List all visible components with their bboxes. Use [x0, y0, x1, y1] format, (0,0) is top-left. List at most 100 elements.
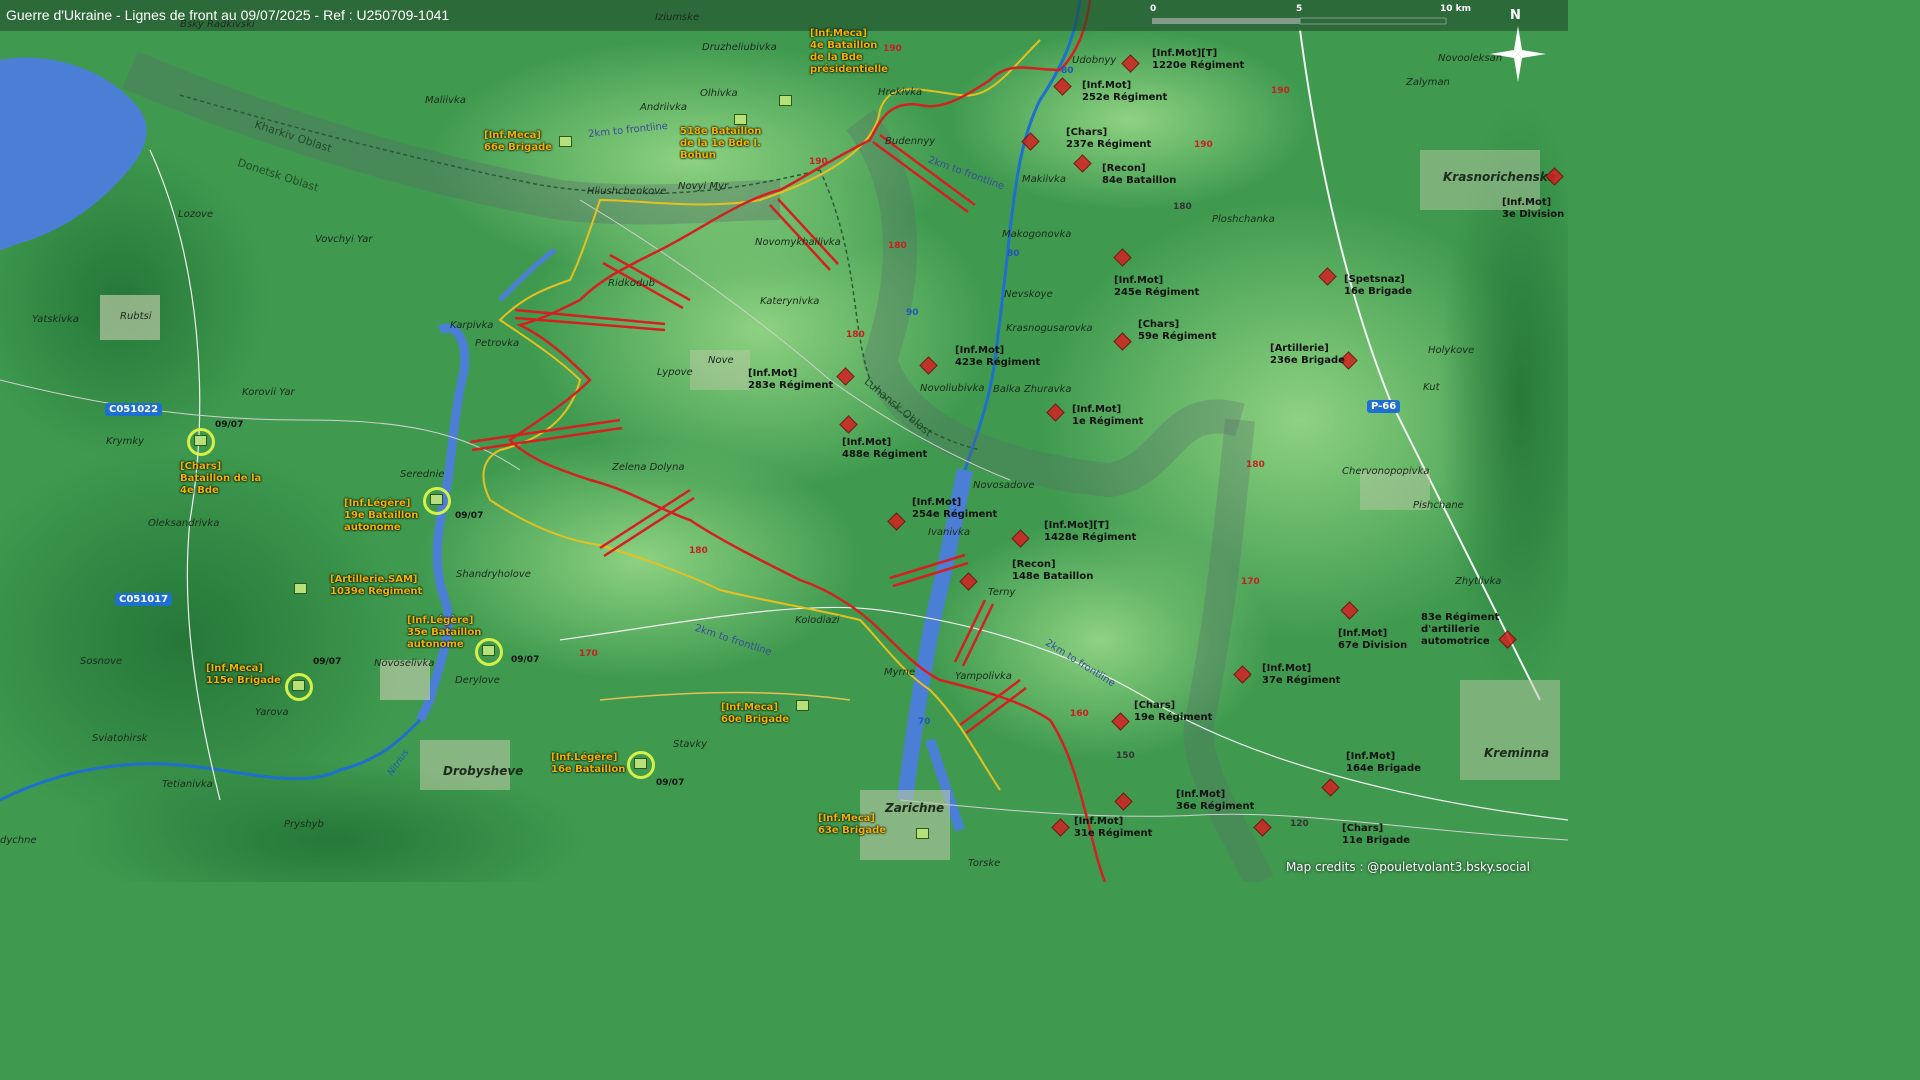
place-zarichne: Zarichne: [885, 801, 945, 815]
unit-label-line: 31e Régiment: [1074, 828, 1153, 839]
route-number: 120: [1290, 819, 1309, 829]
ukrainian-unit-label: [Inf.Meca] 66e Brigade: [484, 130, 552, 154]
place-novosadove: Novosadove: [973, 480, 1035, 491]
place-korovii-yar: Korovii Yar: [242, 387, 295, 398]
scale-label-end: 10 km: [1440, 4, 1472, 14]
unit-label-line: 245e Régiment: [1114, 287, 1200, 298]
ukrainian-unit-label: [Artillerie.SAM] 1039e Régiment: [330, 574, 422, 598]
unit-label-line: [Inf.Mot]: [1262, 663, 1312, 674]
place-oleksandrivka: Oleksandrivka: [148, 518, 220, 529]
place-katerynivka: Katerynivka: [760, 296, 820, 307]
unit-label-line: 84e Bataillon: [1102, 175, 1177, 186]
place-olhivka: Olhivka: [700, 88, 738, 99]
unit-label-line: [Inf.Mot]: [842, 437, 892, 448]
unit-date: 09/07: [511, 655, 540, 665]
route-number: 90: [906, 308, 919, 318]
green-square-icon[interactable]: [294, 583, 307, 594]
place-kut: Kut: [1423, 382, 1440, 393]
unit-label-line: [Inf.Meca]: [810, 28, 867, 39]
place-holykove: Holykove: [1428, 345, 1475, 356]
russian-unit-label: [Inf.Mot] 3e Division: [1502, 197, 1564, 221]
place-druzheliubivka: Druzheliubivka: [702, 42, 777, 53]
unit-label-line: 252e Régiment: [1082, 92, 1168, 103]
green-square-icon[interactable]: [559, 136, 572, 147]
unit-label-line: [Chars]: [180, 461, 222, 472]
unit-label-line: 237e Régiment: [1066, 139, 1152, 150]
place-ridkodub: Ridkodub: [608, 278, 656, 289]
unit-label-line: 1428e Régiment: [1044, 532, 1137, 543]
unit-label-line: 83e Régiment: [1421, 612, 1500, 623]
unit-label-line: 283e Régiment: [748, 380, 834, 391]
green-square-icon[interactable]: [734, 114, 747, 125]
russian-unit-label: [Artillerie] 236e Brigade: [1270, 343, 1345, 367]
road-number: 180: [689, 546, 708, 556]
place-karpivka: Karpivka: [450, 320, 494, 331]
recent-position-ring-icon: [475, 638, 503, 666]
unit-label-line: 67e Division: [1338, 640, 1408, 651]
recent-position-ring-icon: [187, 428, 215, 456]
route-number: 180: [1173, 202, 1192, 212]
unit-label-line: 148e Bataillon: [1012, 571, 1094, 582]
place-radkivski: Bsky Radkivski: [180, 19, 255, 30]
unit-label-line: 1220e Régiment: [1152, 60, 1245, 71]
ukrainian-unit-label: [Inf.Légère] 19e Bataillon autonome: [344, 498, 418, 534]
russian-unit-label: [Inf.Mot][T] 1428e Régiment: [1044, 520, 1136, 544]
russian-unit-label: [Inf.Mot][T] 1220e Régiment: [1152, 48, 1244, 72]
green-square-icon[interactable]: [779, 95, 792, 106]
ukrainian-unit-label: [Inf.Légère] 35e Bataillon autonome: [407, 615, 481, 651]
place-sosnove: Sosnove: [80, 656, 123, 667]
unit-label-line: [Inf.Mot]: [1338, 628, 1388, 639]
ukrainian-unit-label: [Inf.Meca] 115e Brigade: [206, 663, 281, 687]
unit-label-line: [Recon]: [1012, 559, 1056, 570]
unit-label-line: [Chars]: [1138, 319, 1180, 330]
place-hliushchenkove: Hliushchenkove: [587, 186, 667, 197]
green-square-icon[interactable]: [916, 828, 929, 839]
recent-position-ring-icon: [423, 487, 451, 515]
place-maliivka: Maliivka: [425, 95, 466, 106]
unit-label-line: [Recon]: [1102, 163, 1146, 174]
place-krasnorichenske: Krasnorichenske: [1443, 170, 1556, 184]
road-number: 170: [1241, 577, 1260, 587]
place-chervonopopivka: Chervonopopivka: [1342, 466, 1430, 477]
green-square-icon[interactable]: [796, 700, 809, 711]
map-view[interactable]: Guerre d'Ukraine - Lignes de front au 09…: [0, 0, 1568, 882]
road-number: 180: [846, 330, 865, 340]
unit-label-line: 1e Régiment: [1072, 416, 1144, 427]
unit-label-line: 488e Régiment: [842, 449, 928, 460]
place-novooleksandrivka: Novooleksan: [1438, 53, 1503, 64]
unit-label-line: 66e Brigade: [484, 142, 553, 153]
place-zhytlivka: Zhytlivka: [1455, 576, 1502, 587]
place-yatskivka: Yatskivka: [32, 314, 79, 325]
unit-label-line: 19e Régiment: [1134, 712, 1213, 723]
unit-label-line: 63e Brigade: [818, 825, 887, 836]
recent-position-ring-icon: [627, 751, 655, 779]
place-hrekivka: Hrekivka: [878, 87, 923, 98]
unit-label-line: [Spetsnaz]: [1344, 274, 1405, 285]
place-dychne: dychne: [0, 835, 37, 846]
place-makiivka: Makiivka: [1022, 174, 1066, 185]
ukrainian-unit-label: [Inf.Meca] 4e Bataillon de la Bde président…: [810, 28, 888, 76]
russian-unit-label: [Inf.Mot] 164e Brigade: [1346, 751, 1421, 775]
unit-label-line: Bataillon de la: [180, 473, 262, 484]
recent-position-ring-icon: [285, 673, 313, 701]
place-yarova: Yarova: [255, 707, 289, 718]
unit-label-line: [Inf.Mot]: [1114, 275, 1164, 286]
russian-unit-label: [Inf.Mot] 423e Régiment: [955, 345, 1040, 369]
unit-label-line: automotrice: [1421, 636, 1490, 647]
map-base-layer: [0, 0, 1568, 882]
unit-label-line: autonome: [407, 639, 464, 650]
russian-unit-label: [Recon] 84e Bataillon: [1102, 163, 1176, 187]
place-zelena-dolyna: Zelena Dolyna: [612, 462, 685, 473]
unit-label-line: [Inf.Légère]: [344, 498, 411, 509]
route-number: 150: [1116, 751, 1135, 761]
unit-label-line: [Chars]: [1342, 823, 1384, 834]
north-label: N: [1510, 8, 1521, 23]
road-number: 190: [809, 157, 828, 167]
place-derylove: Derylove: [455, 675, 500, 686]
place-sviatohirsk: Sviatohirsk: [92, 733, 148, 744]
unit-label-line: [Inf.Légère]: [551, 752, 618, 763]
place-ivanivka: Ivanivka: [928, 527, 970, 538]
unit-label-line: [Inf.Mot]: [748, 368, 798, 379]
russian-unit-label: [Inf.Mot] 252e Régiment: [1082, 80, 1167, 104]
russian-unit-label: [Inf.Mot] 36e Régiment: [1176, 789, 1254, 813]
